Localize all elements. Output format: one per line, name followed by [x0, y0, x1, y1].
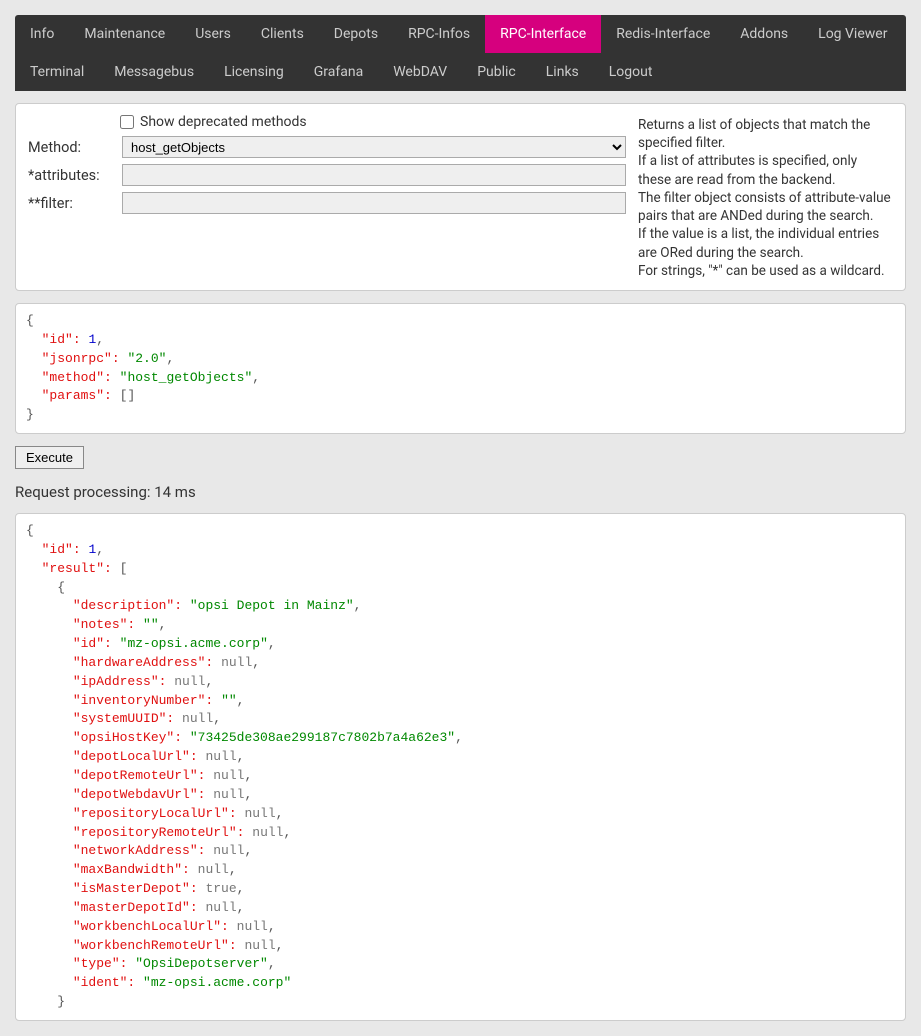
- nav-item-grafana[interactable]: Grafana: [299, 53, 378, 91]
- nav-item-addons[interactable]: Addons: [725, 15, 803, 53]
- main-nav: InfoMaintenanceUsersClientsDepotsRPC-Inf…: [15, 15, 906, 91]
- nav-item-depots[interactable]: Depots: [319, 15, 393, 53]
- filter-label: **filter:: [28, 195, 114, 212]
- nav-item-licensing[interactable]: Licensing: [209, 53, 299, 91]
- nav-item-terminal[interactable]: Terminal: [15, 53, 99, 91]
- execute-button[interactable]: Execute: [15, 446, 84, 469]
- request-json-box: { "id": 1, "jsonrpc": "2.0", "method": "…: [15, 303, 906, 434]
- nav-item-public[interactable]: Public: [462, 53, 531, 91]
- show-deprecated-checkbox[interactable]: [120, 115, 134, 129]
- nav-item-users[interactable]: Users: [180, 15, 246, 53]
- attributes-input[interactable]: [122, 164, 626, 186]
- rpc-form-panel: Show deprecated methods Method: host_get…: [15, 103, 906, 291]
- nav-item-log-viewer[interactable]: Log Viewer: [803, 15, 902, 53]
- nav-item-rpc-infos[interactable]: RPC-Infos: [393, 15, 485, 53]
- nav-item-messagebus[interactable]: Messagebus: [99, 53, 209, 91]
- nav-item-rpc-interface[interactable]: RPC-Interface: [485, 15, 601, 53]
- nav-item-logout[interactable]: Logout: [594, 53, 668, 91]
- processing-time: Request processing: 14 ms: [15, 483, 906, 501]
- nav-item-webdav[interactable]: WebDAV: [378, 53, 462, 91]
- show-deprecated-label: Show deprecated methods: [140, 114, 307, 130]
- filter-input[interactable]: [122, 192, 626, 214]
- method-select[interactable]: host_getObjects: [122, 136, 626, 158]
- nav-item-maintenance[interactable]: Maintenance: [69, 15, 180, 53]
- nav-item-links[interactable]: Links: [531, 53, 594, 91]
- attributes-label: *attributes:: [28, 167, 114, 184]
- nav-item-info[interactable]: Info: [15, 15, 69, 53]
- response-json-box: { "id": 1, "result": [ { "description": …: [15, 513, 906, 1021]
- nav-item-redis-interface[interactable]: Redis-Interface: [601, 15, 725, 53]
- method-label: Method:: [28, 139, 114, 156]
- nav-item-clients[interactable]: Clients: [246, 15, 319, 53]
- method-description: Returns a list of objects that match the…: [638, 114, 893, 280]
